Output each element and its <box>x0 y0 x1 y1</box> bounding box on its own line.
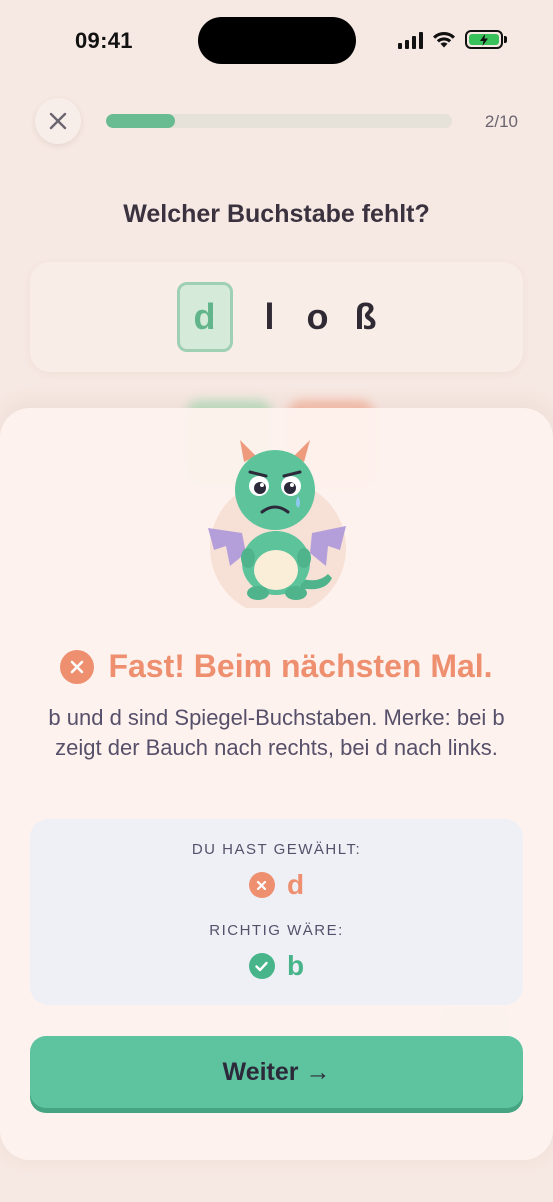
battery-icon <box>465 30 507 49</box>
status-bar: 09:41 <box>0 0 553 82</box>
check-icon <box>248 953 275 979</box>
progress-fill <box>106 114 176 128</box>
missing-letter-slot: d <box>176 282 233 352</box>
feedback-title: Fast! Beim nächsten Mal. <box>108 648 493 684</box>
correct-answer-label: RICHTIG WÄRE: <box>209 922 344 939</box>
cellular-signal-icon <box>398 31 423 49</box>
wrong-x-icon <box>248 872 275 898</box>
word-card: d l o ß <box>30 262 523 372</box>
dynamic-island <box>198 17 356 64</box>
word-letter: l <box>264 296 275 337</box>
close-icon <box>49 112 67 130</box>
feedback-sheet: Fast! Beim nächsten Mal. b und d sind Sp… <box>0 408 553 1160</box>
close-button[interactable] <box>35 98 81 144</box>
sad-dragon-mascot-icon <box>200 428 350 616</box>
charging-bolt-icon <box>480 33 488 46</box>
status-time: 09:41 <box>75 28 133 53</box>
word-letter: ß <box>354 296 377 337</box>
feedback-title-row: Fast! Beim nächsten Mal. <box>0 648 553 685</box>
chosen-answer-value: d <box>286 869 305 900</box>
question-title: Welcher Buchstabe fehlt? <box>123 200 430 228</box>
status-icons <box>398 30 507 49</box>
wifi-icon <box>433 31 455 48</box>
chosen-answer-label: DU HAST GEWÄHLT: <box>191 841 362 858</box>
quiz-topbar: 2/10 <box>35 98 518 146</box>
answer-summary-card: DU HAST GEWÄHLT: d RICHTIG WÄRE: b <box>30 819 523 1005</box>
word-letter: o <box>306 296 329 337</box>
feedback-explanation: b und d sind Spiegel-Buchstaben. Merke: … <box>48 705 505 760</box>
correct-answer-value: b <box>286 950 305 981</box>
progress-bar <box>106 114 452 128</box>
progress-count: 2/10 <box>484 112 518 131</box>
error-x-icon <box>60 649 95 684</box>
continue-button[interactable]: Weiter → <box>30 1036 523 1108</box>
chosen-answer-row: d <box>30 869 523 901</box>
correct-answer-row: b <box>30 950 523 982</box>
battery-fill <box>469 33 499 46</box>
